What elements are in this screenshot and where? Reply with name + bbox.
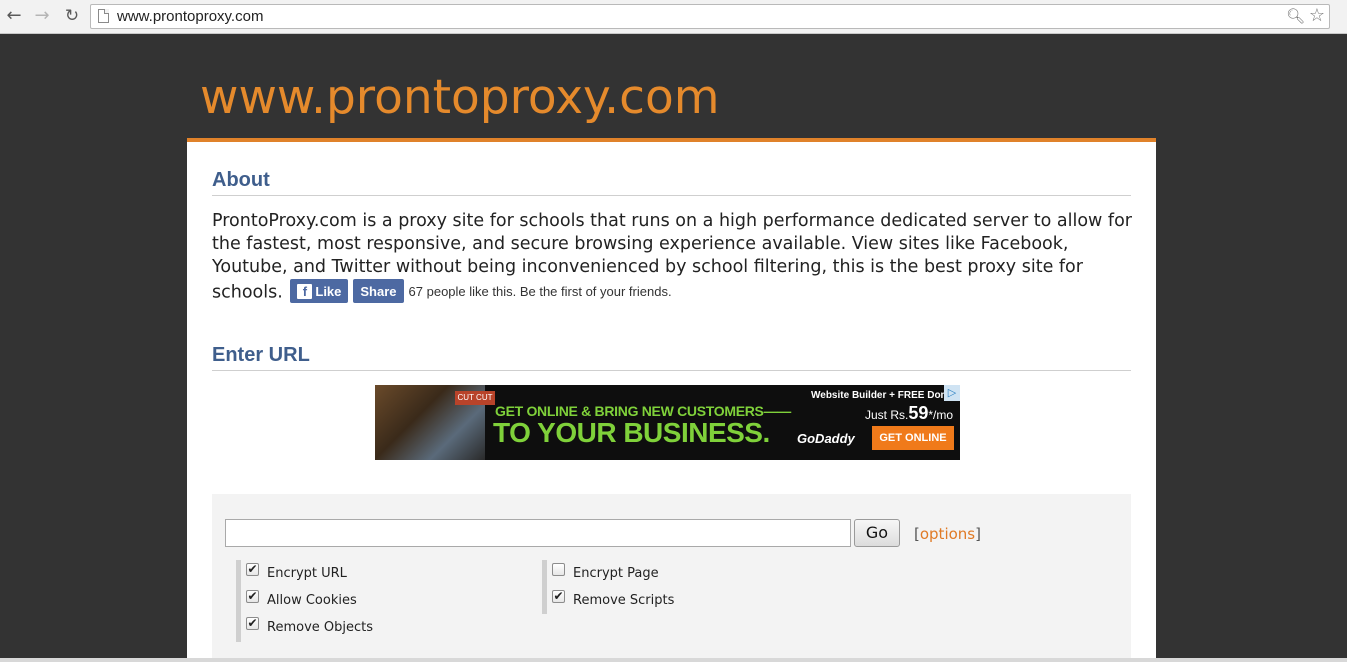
- zoom-icon[interactable]: 🔍︎: [1286, 7, 1305, 25]
- about-text: ProntoProxy.com is a proxy site for scho…: [212, 210, 1137, 305]
- options-link[interactable]: options: [920, 525, 975, 543]
- url-input[interactable]: [225, 519, 851, 547]
- enter-url-heading: Enter URL: [212, 344, 1131, 371]
- option-encrypt-url[interactable]: ✔ Encrypt URL: [246, 560, 373, 587]
- facebook-icon: f: [297, 283, 313, 299]
- go-button[interactable]: Go: [854, 519, 900, 547]
- allow-cookies-checkbox[interactable]: ✔: [246, 590, 259, 603]
- ad-price-prefix: Just: [865, 408, 888, 422]
- facebook-share-label: Share: [360, 283, 397, 299]
- ad-price-amount: 59: [908, 403, 929, 423]
- site-title: www.prontoproxy.com: [200, 70, 720, 125]
- encrypt-page-checkbox[interactable]: [552, 563, 565, 576]
- options-bracket-close: ]: [975, 525, 981, 543]
- facebook-widget: f Like Share 67 people like this. Be the…: [290, 279, 672, 303]
- reload-icon[interactable]: ↻: [62, 6, 82, 26]
- browser-toolbar: ← → ↻ www.prontoproxy.com 🔍︎ ☆: [0, 0, 1347, 34]
- options-toggle: [options]: [914, 525, 981, 543]
- back-icon[interactable]: ←: [4, 6, 24, 26]
- encrypt-url-checkbox[interactable]: ✔: [246, 563, 259, 576]
- ad-banner[interactable]: CUT CUT GET ONLINE & BRING NEW CUSTOMERS…: [375, 385, 960, 460]
- address-bar[interactable]: www.prontoproxy.com 🔍︎ ☆: [90, 4, 1330, 29]
- ad-price-suffix: */mo: [928, 408, 954, 422]
- bookmark-star-icon[interactable]: ☆: [1309, 5, 1325, 26]
- facebook-like-label: Like: [315, 283, 342, 299]
- option-encrypt-page[interactable]: Encrypt Page: [552, 560, 674, 587]
- adchoices-icon[interactable]: ▷: [944, 385, 960, 401]
- url-form: Go [options] ✔ Encrypt URL ✔ Allow Cooki…: [212, 494, 1131, 662]
- ad-promo-text: Website Builder + FREE Dom: [811, 390, 950, 401]
- main-content: About ProntoProxy.com is a proxy site fo…: [187, 138, 1156, 662]
- option-remove-objects[interactable]: ✔ Remove Objects: [246, 614, 373, 641]
- address-text[interactable]: www.prontoproxy.com: [117, 8, 263, 25]
- option-allow-cookies[interactable]: ✔ Allow Cookies: [246, 587, 373, 614]
- encrypt-page-label: Encrypt Page: [573, 566, 659, 581]
- remove-scripts-label: Remove Scripts: [573, 593, 675, 608]
- remove-objects-label: Remove Objects: [267, 620, 373, 635]
- encrypt-url-label: Encrypt URL: [267, 566, 347, 581]
- ad-photo-sign: CUT CUT: [455, 391, 495, 405]
- ad-get-online-button[interactable]: GET ONLINE: [872, 426, 954, 450]
- option-remove-scripts[interactable]: ✔ Remove Scripts: [552, 587, 674, 614]
- page-icon: [98, 9, 109, 23]
- ad-photo: CUT CUT: [375, 385, 495, 460]
- facebook-like-count: 67 people like this. Be the first of you…: [408, 283, 672, 299]
- ad-price: Just Rs.59*/mo: [865, 403, 953, 424]
- ad-headline-large: TO YOUR BUSINESS.: [493, 417, 770, 448]
- remove-objects-checkbox[interactable]: ✔: [246, 617, 259, 630]
- options-column-right: Encrypt Page ✔ Remove Scripts: [542, 560, 674, 614]
- about-heading: About: [212, 169, 1131, 196]
- options-column-left: ✔ Encrypt URL ✔ Allow Cookies ✔ Remove O…: [236, 560, 373, 642]
- ad-price-currency: Rs.: [890, 408, 909, 422]
- facebook-like-button[interactable]: f Like: [290, 279, 349, 303]
- facebook-share-button[interactable]: Share: [353, 279, 404, 303]
- forward-icon[interactable]: →: [32, 6, 52, 26]
- remove-scripts-checkbox[interactable]: ✔: [552, 590, 565, 603]
- allow-cookies-label: Allow Cookies: [267, 593, 357, 608]
- godaddy-logo: GoDaddy: [797, 431, 855, 446]
- window-bottom-edge: [0, 658, 1347, 662]
